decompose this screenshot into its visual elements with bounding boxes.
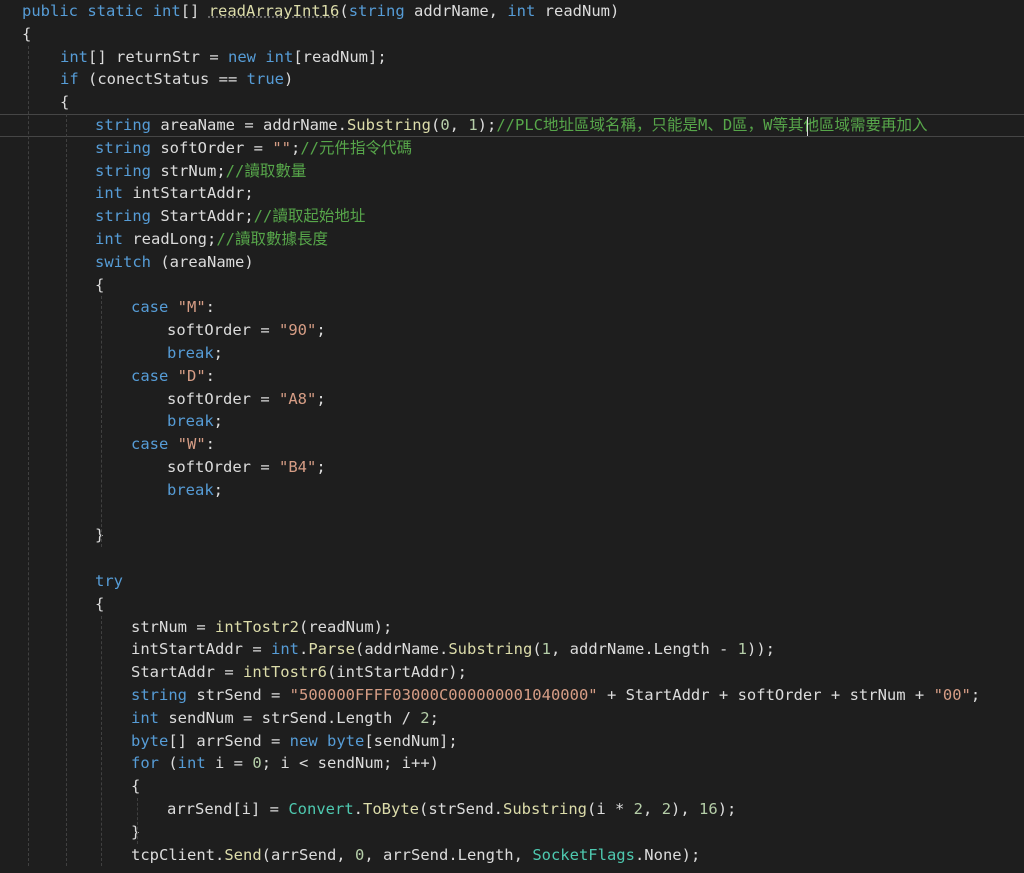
indent-guide (66, 114, 67, 867)
code-line[interactable]: byte[] arrSend = new byte[sendNum]; (0, 730, 1024, 753)
code-line[interactable]: break; (0, 479, 1024, 502)
code-line-text: } (131, 822, 141, 841)
code-line-text: { (95, 275, 105, 294)
code-line[interactable]: softOrder = "A8"; (0, 388, 1024, 411)
code-line[interactable]: string strSend = "500000FFFF03000C000000… (0, 684, 1024, 707)
code-line-text: tcpClient.Send(arrSend, 0, arrSend.Lengt… (131, 845, 701, 864)
code-line[interactable]: softOrder = "B4"; (0, 456, 1024, 479)
code-line-text: case "W": (131, 435, 216, 454)
code-line-text: { (60, 93, 70, 112)
code-line-text: arrSend[i] = Convert.ToByte(strSend.Subs… (167, 800, 737, 818)
code-line-text: { (22, 24, 32, 43)
code-line[interactable]: strNum = intTostr2(readNum); (0, 616, 1024, 639)
code-line-text: break; (167, 344, 224, 362)
code-line[interactable]: int[] returnStr = new int[readNum]; (0, 46, 1024, 69)
code-line-text: switch (areaName) (95, 252, 254, 271)
code-line[interactable] (0, 502, 1024, 525)
code-line[interactable]: if (conectStatus == true) (0, 68, 1024, 91)
code-line[interactable] (0, 547, 1024, 570)
code-line-text: string strSend = "500000FFFF03000C000000… (131, 686, 981, 704)
code-line-text: softOrder = "90"; (167, 321, 326, 340)
code-line-text: strNum = intTostr2(readNum); (131, 617, 393, 636)
code-editor[interactable]: public static int[] readArrayInt16(strin… (0, 0, 1024, 873)
code-line[interactable]: softOrder = "90"; (0, 319, 1024, 342)
code-line-text: break; (167, 480, 224, 499)
code-line-text: int sendNum = strSend.Length / 2; (131, 708, 439, 727)
code-line[interactable]: break; (0, 342, 1024, 365)
code-line[interactable]: } (0, 821, 1024, 844)
text-cursor (807, 117, 808, 136)
code-line[interactable]: { (0, 775, 1024, 798)
code-line-text: { (95, 594, 105, 613)
code-line-text: StartAddr = intTostr6(intStartAddr); (131, 663, 467, 682)
code-line-text: break; (167, 412, 224, 431)
code-line-text: if (conectStatus == true) (60, 70, 294, 89)
code-line[interactable]: public static int[] readArrayInt16(strin… (0, 0, 1024, 23)
code-line-text: int[] returnStr = new int[readNum]; (60, 47, 387, 66)
code-line-text: case "D": (131, 366, 216, 385)
code-line-text: { (131, 777, 141, 796)
code-line[interactable]: StartAddr = intTostr6(intStartAddr); (0, 661, 1024, 684)
code-line[interactable]: case "D": (0, 365, 1024, 388)
indent-guide (101, 615, 102, 867)
code-line-text: int intStartAddr; (95, 184, 254, 203)
code-line[interactable]: int intStartAddr; (0, 182, 1024, 205)
code-line[interactable]: string softOrder = "";//元件指令代碼 (0, 137, 1024, 160)
code-line[interactable]: break; (0, 410, 1024, 433)
code-line-text: for (int i = 0; i < sendNum; i++) (131, 754, 439, 773)
code-line[interactable]: switch (areaName) (0, 251, 1024, 274)
code-line[interactable]: } (0, 524, 1024, 547)
code-line-text: intStartAddr = int.Parse(addrName.Substr… (131, 640, 775, 659)
code-line[interactable]: { (0, 593, 1024, 616)
indent-guide (137, 798, 138, 844)
code-line-text: string StartAddr;//讀取起始地址 (95, 207, 366, 226)
code-line[interactable]: intStartAddr = int.Parse(addrName.Substr… (0, 638, 1024, 661)
indent-guide (28, 45, 29, 867)
code-line-text: byte[] arrSend = new byte[sendNum]; (131, 731, 458, 750)
code-line[interactable]: string areaName = addrName.Substring(0, … (0, 114, 1024, 137)
code-line[interactable]: case "M": (0, 296, 1024, 319)
code-line[interactable]: try (0, 570, 1024, 593)
code-line[interactable]: string StartAddr;//讀取起始地址 (0, 205, 1024, 228)
code-line[interactable]: { (0, 91, 1024, 114)
code-line-text: int readLong;//讀取數據長度 (95, 230, 328, 248)
code-line-text: softOrder = "B4"; (167, 458, 326, 476)
code-line[interactable]: string strNum;//讀取數量 (0, 160, 1024, 183)
code-line[interactable]: tcpClient.Send(arrSend, 0, arrSend.Lengt… (0, 844, 1024, 867)
code-line-text: public static int[] readArrayInt16(strin… (22, 2, 620, 20)
code-line-text: } (95, 526, 105, 545)
indent-guide (101, 296, 102, 548)
code-line-text: softOrder = "A8"; (167, 389, 326, 408)
code-line[interactable]: arrSend[i] = Convert.ToByte(strSend.Subs… (0, 798, 1024, 821)
code-line[interactable]: { (0, 23, 1024, 46)
code-line[interactable]: case "W": (0, 433, 1024, 456)
code-line-text: string strNum;//讀取數量 (95, 161, 307, 180)
code-line-text: string areaName = addrName.Substring(0, … (95, 116, 928, 134)
code-line[interactable]: int sendNum = strSend.Length / 2; (0, 707, 1024, 730)
code-line[interactable]: int readLong;//讀取數據長度 (0, 228, 1024, 251)
code-line-text: case "M": (131, 298, 216, 317)
code-line[interactable]: { (0, 274, 1024, 297)
code-line[interactable]: for (int i = 0; i < sendNum; i++) (0, 752, 1024, 775)
code-line-text: string softOrder = "";//元件指令代碼 (95, 138, 413, 157)
code-line-text: try (95, 572, 123, 590)
